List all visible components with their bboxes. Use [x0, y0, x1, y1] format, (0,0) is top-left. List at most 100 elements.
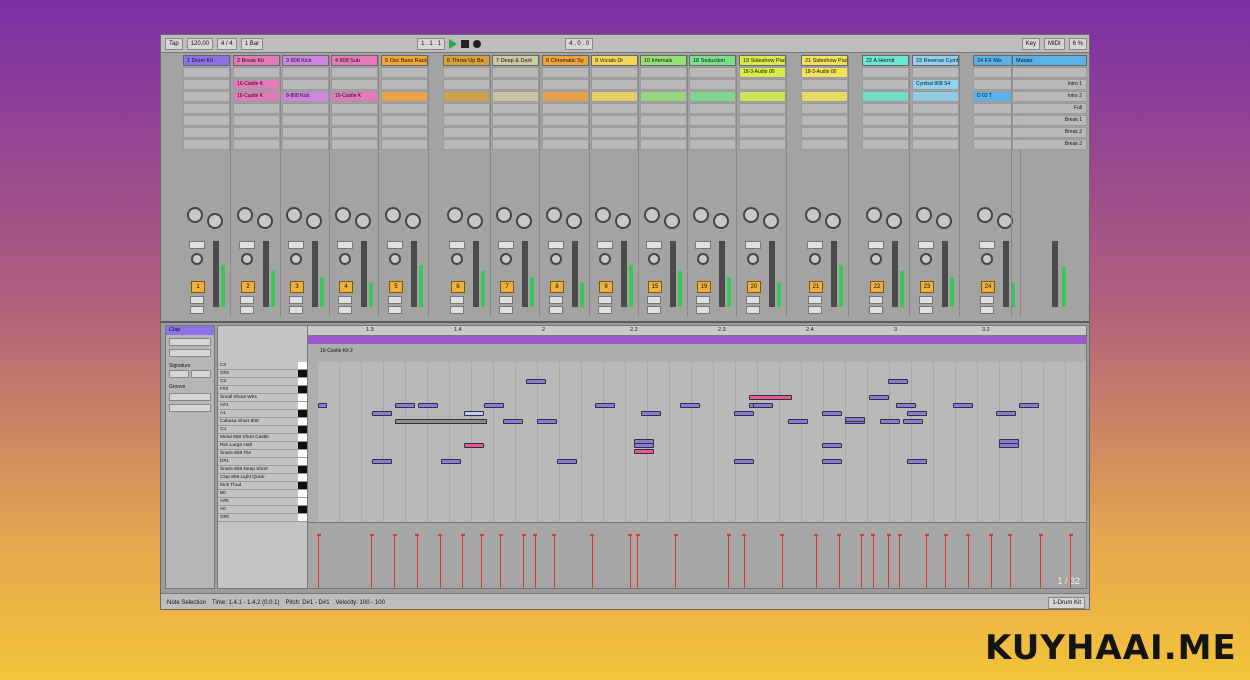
clip-slot[interactable]: [282, 79, 329, 90]
clip-slot[interactable]: [443, 91, 490, 102]
clip-slot[interactable]: [862, 139, 909, 150]
volume-fader[interactable]: [942, 241, 948, 307]
track-activator[interactable]: 4: [339, 281, 353, 293]
velocity-handle[interactable]: [989, 534, 994, 536]
clip-slot[interactable]: [591, 67, 638, 78]
clip-slot[interactable]: [801, 115, 848, 126]
track-activator[interactable]: 8: [550, 281, 564, 293]
send-b-knob[interactable]: [516, 213, 532, 229]
scene-launch[interactable]: Break 2: [1012, 127, 1087, 138]
velocity-handle[interactable]: [369, 534, 374, 536]
midi-note[interactable]: [556, 459, 577, 464]
clip-slot[interactable]: [862, 79, 909, 90]
clip-slot[interactable]: [912, 91, 959, 102]
velocity-bar[interactable]: [899, 536, 901, 588]
clip-slot[interactable]: 16-Castle K: [331, 91, 378, 102]
clip-slot[interactable]: [183, 127, 230, 138]
track-header[interactable]: 7 Deep & Dark: [492, 55, 539, 66]
track-header[interactable]: 4 808 Sub: [331, 55, 378, 66]
velocity-handle[interactable]: [943, 534, 948, 536]
clip-field[interactable]: [169, 338, 211, 346]
track-header[interactable]: 2 Break Kit: [233, 55, 280, 66]
velocity-bar[interactable]: [872, 536, 874, 588]
arm-button[interactable]: [388, 306, 402, 314]
tap-button[interactable]: Tap: [165, 37, 183, 50]
volume-readout[interactable]: [498, 241, 514, 249]
clip-slot[interactable]: [591, 127, 638, 138]
clip-slot[interactable]: [542, 103, 589, 114]
key-row[interactable]: A#1: [218, 402, 310, 410]
velocity-bar[interactable]: [888, 536, 889, 588]
signature-denominator[interactable]: [191, 370, 211, 378]
clip-slot[interactable]: [640, 115, 687, 126]
pan-knob[interactable]: [599, 253, 611, 265]
clip-slot[interactable]: [591, 103, 638, 114]
clip-slot[interactable]: [689, 127, 736, 138]
volume-fader[interactable]: [411, 241, 417, 307]
tempo-field[interactable]: 120.00: [186, 37, 214, 50]
clip-slot[interactable]: [492, 79, 539, 90]
send-b-knob[interactable]: [936, 213, 952, 229]
velocity-handle[interactable]: [897, 534, 902, 536]
clip-slot[interactable]: [542, 79, 589, 90]
solo-button[interactable]: [746, 296, 760, 304]
clip-slot[interactable]: [282, 139, 329, 150]
midi-note[interactable]: [483, 403, 504, 408]
clip-slot[interactable]: 16-Castle K: [233, 79, 280, 90]
pan-knob[interactable]: [389, 253, 401, 265]
midi-note[interactable]: [822, 443, 843, 448]
midi-note[interactable]: [595, 403, 616, 408]
velocity-handle[interactable]: [460, 534, 465, 536]
track-activator[interactable]: 21: [809, 281, 823, 293]
track-activator[interactable]: 5: [389, 281, 403, 293]
midi-note[interactable]: [371, 459, 392, 464]
pan-knob[interactable]: [809, 253, 821, 265]
midi-note[interactable]: [907, 459, 928, 464]
velocity-bar[interactable]: [523, 536, 525, 588]
clip-slot[interactable]: [542, 139, 589, 150]
midi-note[interactable]: [895, 403, 916, 408]
key-row[interactable]: B0: [218, 490, 310, 498]
clip-slot[interactable]: [381, 103, 428, 114]
track-activator[interactable]: 19: [697, 281, 711, 293]
velocity-bar[interactable]: [462, 536, 464, 588]
velocity-handle[interactable]: [871, 534, 876, 536]
clip-slot[interactable]: [689, 139, 736, 150]
volume-readout[interactable]: [288, 241, 304, 249]
clip-slot[interactable]: [381, 79, 428, 90]
key-row[interactable]: G#0: [218, 514, 310, 522]
clip-name[interactable]: Clap: [166, 326, 214, 335]
track-header[interactable]: 3 808 Kick: [282, 55, 329, 66]
volume-readout[interactable]: [337, 241, 353, 249]
velocity-handle[interactable]: [415, 534, 420, 536]
midi-note[interactable]: [371, 411, 392, 416]
volume-readout[interactable]: [449, 241, 465, 249]
velocity-bar[interactable]: [990, 536, 992, 588]
clip-slot[interactable]: [233, 139, 280, 150]
clip-slot[interactable]: [801, 103, 848, 114]
midi-note[interactable]: [525, 379, 546, 384]
clip-slot[interactable]: [381, 127, 428, 138]
midi-note[interactable]: [395, 419, 488, 424]
midi-note[interactable]: [995, 411, 1016, 416]
arm-button[interactable]: [808, 306, 822, 314]
pan-knob[interactable]: [550, 253, 562, 265]
track-activator[interactable]: 6: [451, 281, 465, 293]
velocity-handle[interactable]: [533, 534, 538, 536]
solo-button[interactable]: [696, 296, 710, 304]
clip-slot[interactable]: [739, 115, 786, 126]
velocity-bar[interactable]: [500, 536, 502, 588]
volume-readout[interactable]: [918, 241, 934, 249]
send-a-knob[interactable]: [916, 207, 932, 223]
midi-note[interactable]: [395, 403, 416, 408]
groove-menu[interactable]: [169, 393, 211, 401]
volume-readout[interactable]: [646, 241, 662, 249]
clip-slot[interactable]: [331, 139, 378, 150]
solo-button[interactable]: [980, 296, 994, 304]
velocity-handle[interactable]: [552, 534, 557, 536]
master-header[interactable]: Master: [1012, 55, 1087, 66]
velocity-bar[interactable]: [629, 536, 631, 588]
clip-slot[interactable]: [591, 91, 638, 102]
midi-note[interactable]: [733, 459, 754, 464]
clip-slot[interactable]: [443, 79, 490, 90]
